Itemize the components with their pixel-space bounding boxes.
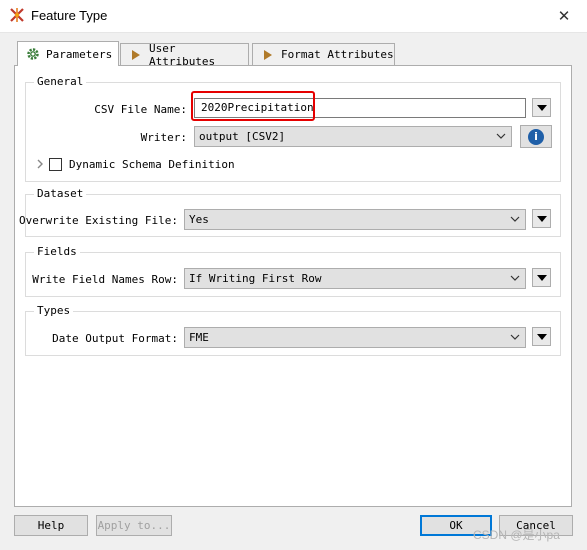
info-icon: i — [528, 128, 544, 145]
writer-info-button[interactable]: i — [520, 125, 552, 148]
dropdown-arrow-icon — [536, 333, 547, 340]
watermark: CSDN @是小pa — [473, 528, 560, 542]
writer-select-value: output [CSV2] — [199, 130, 286, 143]
gear-icon — [27, 48, 39, 60]
chevron-down-icon — [510, 216, 520, 222]
fields-legend: Fields — [34, 245, 80, 258]
date-output-format-select[interactable]: FME — [184, 327, 526, 348]
write-field-names-row-value: If Writing First Row — [189, 272, 322, 285]
dropdown-arrow-icon — [536, 215, 547, 222]
date-output-format-dropdown-button[interactable] — [532, 327, 551, 346]
help-button[interactable]: Help — [14, 515, 88, 536]
expand-chevron-icon[interactable] — [35, 159, 45, 169]
date-output-format-value: FME — [189, 331, 209, 344]
writer-label: Writer: — [140, 131, 187, 144]
csv-file-name-input[interactable]: 2020Precipitation — [194, 98, 526, 118]
tab-parameters-label: Parameters — [46, 47, 113, 61]
chevron-down-icon — [510, 334, 520, 340]
dataset-legend: Dataset — [34, 187, 87, 200]
tab-format-attributes[interactable]: Format Attributes — [252, 43, 395, 65]
tab-user-attributes-label: User Attributes — [148, 41, 216, 68]
csv-file-name-dropdown-button[interactable] — [532, 98, 551, 117]
write-field-names-row-label: Write Field Names Row: — [32, 273, 178, 286]
chevron-down-icon — [510, 275, 520, 281]
dynamic-schema-label: Dynamic Schema Definition — [69, 158, 235, 171]
writer-select[interactable]: output [CSV2] — [194, 126, 512, 147]
arrow-right-icon — [131, 49, 140, 60]
window-title: Feature Type — [31, 8, 108, 23]
tab-format-attributes-label: Format Attributes — [281, 48, 394, 61]
overwrite-existing-file-label: Overwrite Existing File: — [19, 214, 178, 227]
help-button-label: Help — [37, 519, 65, 532]
chevron-down-icon — [496, 133, 506, 139]
dropdown-arrow-icon — [536, 104, 547, 111]
overwrite-dropdown-button[interactable] — [532, 209, 551, 228]
close-button[interactable]: ✕ — [541, 0, 587, 32]
write-field-names-dropdown-button[interactable] — [532, 268, 551, 287]
title-bar: Feature Type ✕ — [0, 0, 587, 33]
tab-user-attributes[interactable]: User Attributes — [120, 41, 249, 68]
apply-to-button[interactable]: Apply to... — [96, 515, 172, 536]
general-legend: General — [34, 75, 87, 88]
types-legend: Types — [34, 304, 74, 317]
dropdown-arrow-icon — [536, 274, 547, 281]
overwrite-existing-file-select[interactable]: Yes — [184, 209, 526, 230]
fme-app-icon — [10, 8, 24, 22]
overwrite-existing-file-value: Yes — [189, 213, 209, 226]
apply-to-button-label: Apply to... — [97, 519, 171, 532]
close-icon: ✕ — [557, 7, 571, 25]
date-output-format-label: Date Output Format: — [52, 332, 178, 345]
dynamic-schema-checkbox[interactable] — [49, 158, 62, 171]
arrow-right-icon — [264, 49, 272, 60]
write-field-names-row-select[interactable]: If Writing First Row — [184, 268, 526, 289]
tab-parameters[interactable]: Parameters — [17, 41, 119, 66]
ok-button-label: OK — [449, 519, 463, 532]
csv-file-name-label: CSV File Name: — [94, 103, 187, 116]
